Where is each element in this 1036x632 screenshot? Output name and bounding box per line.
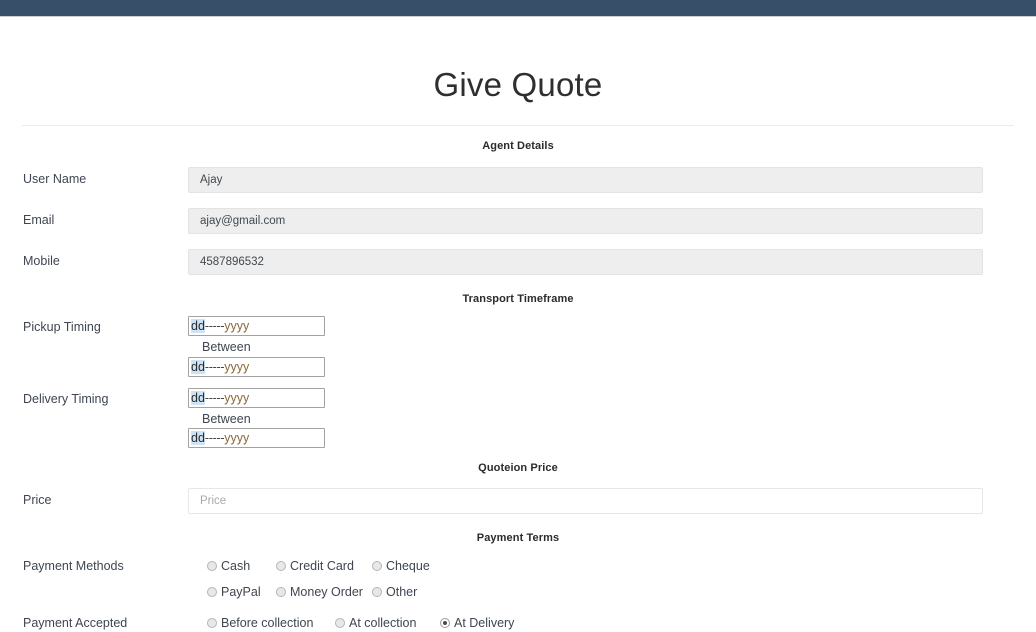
pickup-date-from-separator: ----- xyxy=(204,319,225,333)
label-pickup-timing: Pickup Timing xyxy=(23,320,101,334)
delivery-date-from-day: dd xyxy=(191,390,205,405)
label-payment-methods: Payment Methods xyxy=(23,559,124,573)
delivery-date-from-year: yyyy xyxy=(224,390,250,405)
field-zone-delivery-timing: dd-----yyyy Between dd-----yyyy xyxy=(188,387,983,448)
section-heading-quotation-price: Quoteion Price xyxy=(478,462,558,474)
field-zone-payment-accepted: Before collection At collection At Deliv… xyxy=(188,614,983,632)
radio-label-money-order: Money Order xyxy=(290,585,363,599)
radio-icon-cheque xyxy=(372,561,382,571)
radio-option-cheque[interactable]: Cheque xyxy=(372,559,430,573)
form-row-delivery-timing: Delivery Timing dd-----yyyy Between dd--… xyxy=(0,387,1036,448)
label-price: Price xyxy=(23,493,52,507)
label-pickup-between: Between xyxy=(202,340,251,354)
form-row-user-name: User Name xyxy=(0,167,1036,193)
radio-label-at-delivery: At Delivery xyxy=(454,616,515,630)
pickup-date-from-year: yyyy xyxy=(224,319,250,333)
form-row-email: Email xyxy=(0,208,1036,234)
pickup-date-from-input[interactable]: dd-----yyyy xyxy=(188,316,325,336)
form-row-price: Price xyxy=(0,488,1036,514)
title-divider xyxy=(22,125,1014,126)
label-payment-accepted: Payment Accepted xyxy=(23,616,128,630)
label-user-name: User Name xyxy=(23,172,87,186)
user-name-input[interactable] xyxy=(188,167,983,193)
payment-accepted-row: Before collection At collection At Deliv… xyxy=(188,614,983,632)
section-heading-transport-timeframe: Transport Timeframe xyxy=(462,293,574,305)
radio-icon-at-collection xyxy=(335,618,345,628)
radio-option-paypal[interactable]: PayPal xyxy=(207,585,276,599)
payment-methods-row-1: Cash Credit Card Cheque xyxy=(188,557,983,575)
pickup-date-to-year: yyyy xyxy=(224,359,250,374)
radio-option-at-collection[interactable]: At collection xyxy=(335,616,440,630)
pickup-date-from-day: dd xyxy=(191,319,205,333)
radio-icon-at-delivery xyxy=(440,618,450,628)
radio-label-cheque: Cheque xyxy=(386,559,430,573)
delivery-date-from-input[interactable]: dd-----yyyy xyxy=(188,387,325,408)
label-email: Email xyxy=(23,213,55,227)
radio-icon-money-order xyxy=(276,587,286,597)
label-delivery-timing: Delivery Timing xyxy=(23,391,109,406)
delivery-date-to-day: dd xyxy=(191,431,205,445)
radio-icon-before-collection xyxy=(207,618,217,628)
field-zone-mobile xyxy=(188,249,983,275)
radio-label-cash: Cash xyxy=(221,559,251,573)
mobile-input[interactable] xyxy=(188,249,983,275)
delivery-date-to-separator: ----- xyxy=(204,431,225,445)
radio-label-other: Other xyxy=(386,585,418,599)
quote-form-page: Give Quote Agent Details User Name Email… xyxy=(0,18,1036,630)
radio-label-before-collection: Before collection xyxy=(221,616,314,630)
field-zone-payment-methods: Cash Credit Card Cheque PayPal Money Ord… xyxy=(188,557,983,601)
radio-icon-credit-card xyxy=(276,561,286,571)
label-delivery-between: Between xyxy=(202,411,251,426)
delivery-date-to-input[interactable]: dd-----yyyy xyxy=(188,428,325,448)
form-row-pickup-timing: Pickup Timing dd-----yyyy Between dd----… xyxy=(0,316,1036,377)
price-input[interactable] xyxy=(188,488,983,514)
label-mobile: Mobile xyxy=(23,254,60,268)
section-heading-payment-terms: Payment Terms xyxy=(476,532,560,544)
radio-option-cash[interactable]: Cash xyxy=(207,559,276,573)
radio-icon-paypal xyxy=(207,587,217,597)
pickup-date-to-separator: ----- xyxy=(204,359,225,374)
form-row-mobile: Mobile xyxy=(0,249,1036,275)
radio-label-paypal: PayPal xyxy=(221,585,261,599)
payment-methods-row-2: PayPal Money Order Other xyxy=(188,583,983,601)
radio-option-other[interactable]: Other xyxy=(372,585,417,599)
page-title: Give Quote xyxy=(433,66,603,103)
pickup-date-to-day: dd xyxy=(191,359,205,374)
delivery-date-to-year: yyyy xyxy=(224,431,250,445)
section-heading-agent-details: Agent Details xyxy=(482,140,554,152)
radio-option-at-delivery[interactable]: At Delivery xyxy=(440,616,514,630)
radio-option-before-collection[interactable]: Before collection xyxy=(207,616,335,630)
radio-option-credit-card[interactable]: Credit Card xyxy=(276,559,372,573)
form-row-payment-methods: Payment Methods Cash Credit Card Cheque xyxy=(0,557,1036,601)
email-input[interactable] xyxy=(188,208,983,234)
delivery-date-from-separator: ----- xyxy=(204,390,225,405)
radio-icon-cash xyxy=(207,561,217,571)
pickup-date-to-input[interactable]: dd-----yyyy xyxy=(188,356,325,377)
field-zone-pickup-timing: dd-----yyyy Between dd-----yyyy xyxy=(188,316,983,377)
top-navigation-bar xyxy=(0,0,1036,17)
radio-label-at-collection: At collection xyxy=(349,616,417,630)
field-zone-email xyxy=(188,208,983,234)
field-zone-price xyxy=(188,488,983,514)
radio-label-credit-card: Credit Card xyxy=(290,559,354,573)
field-zone-user-name xyxy=(188,167,983,193)
form-row-payment-accepted: Payment Accepted Before collection At co… xyxy=(0,614,1036,632)
radio-option-money-order[interactable]: Money Order xyxy=(276,585,372,599)
radio-icon-other xyxy=(372,587,382,597)
